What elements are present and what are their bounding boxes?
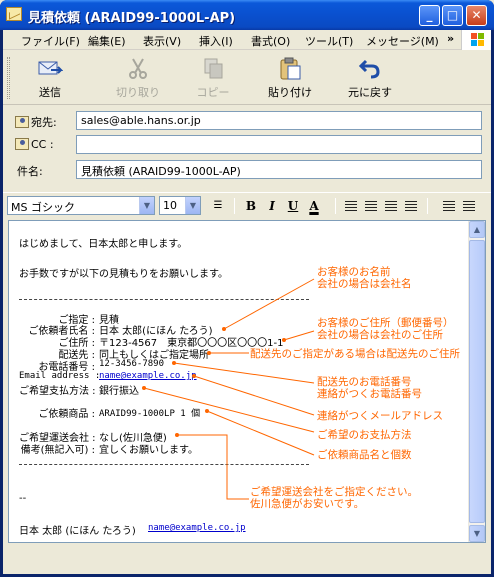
title-bar[interactable]: 見積依頼 (ARAID99-1000L-AP) _ □ ✕ [0, 0, 494, 30]
numbered-list-icon[interactable] [345, 201, 357, 211]
vertical-scrollbar[interactable]: ▲ ▼ [468, 221, 485, 542]
menu-view[interactable]: 表示(V) [143, 33, 181, 49]
annotation-product: ご依頼商品名と個数 [317, 449, 412, 461]
align-center-icon[interactable] [463, 201, 475, 211]
toolbar: 送信 切り取り コピー 貼り付け 元に戻す [3, 51, 491, 105]
font-color-icon[interactable]: A [304, 197, 324, 215]
copy-icon [200, 56, 226, 80]
minimize-button[interactable]: _ [419, 5, 440, 26]
formatting-toolbar: MS ゴシック ▼ 10 ▼ ☰ B I U A [3, 192, 491, 218]
subject-row: 件名: 見積依頼 (ARAID99-1000L-AP) [3, 158, 491, 181]
leader-phone [173, 362, 315, 384]
bold-icon[interactable]: B [241, 197, 261, 215]
font-size-select[interactable]: 10 ▼ [159, 196, 201, 215]
underline-icon[interactable]: U [283, 197, 303, 215]
annotation-address-company: 会社の場合は会社のご住所 [317, 329, 443, 341]
send-label: 送信 [39, 86, 61, 99]
separator [335, 198, 336, 214]
send-button[interactable]: 送信 [23, 54, 77, 102]
align-left-icon[interactable] [443, 201, 455, 211]
subject-label: 件名: [17, 165, 43, 178]
scroll-up-icon[interactable]: ▲ [469, 221, 485, 238]
copy-label: コピー [196, 86, 230, 99]
annotation-payment: ご希望のお支払方法 [317, 429, 412, 441]
cc-field[interactable] [76, 135, 482, 154]
window-title: 見積依頼 (ARAID99-1000L-AP) [28, 11, 236, 26]
paste-button[interactable]: 貼り付け [261, 54, 319, 102]
to-field[interactable]: sales@able.hans.or.jp [76, 111, 482, 130]
cut-button[interactable]: 切り取り [111, 54, 165, 102]
leader-product [206, 410, 315, 456]
menu-tools[interactable]: ツール(T) [305, 33, 353, 49]
anchor-dot-product [205, 409, 209, 413]
anchor-dot-shipping [207, 351, 211, 355]
scroll-thumb[interactable] [469, 240, 485, 523]
maximize-button[interactable]: □ [442, 5, 463, 26]
cut-label: 切り取り [116, 86, 160, 99]
subject-field[interactable]: 見積依頼 (ARAID99-1000L-AP) [76, 160, 482, 179]
annotation-email: 連絡がつくメールアドレス [317, 410, 443, 422]
message-icon [6, 7, 22, 21]
leader-carrier [177, 434, 249, 500]
address-book-icon [15, 116, 29, 128]
status-bar [3, 548, 491, 574]
chevron-down-icon: ▼ [139, 197, 154, 214]
undo-label: 元に戻す [348, 86, 392, 99]
message-body[interactable]: はじめまして、日本太郎と申します。 お手数ですが以下の見積もりをお願いします。 … [8, 220, 486, 543]
to-row: 宛先: sales@able.hans.or.jp [3, 109, 491, 132]
leader-address [283, 330, 315, 341]
paragraph-style-icon[interactable]: ☰ [208, 197, 228, 215]
annotation-carrier-tip: 佐川急便がお安いです。 [250, 498, 365, 510]
separator [234, 198, 235, 214]
annotation-shipping: 配送先のご指定がある場合は配送先のご住所 [250, 348, 460, 360]
italic-icon[interactable]: I [262, 197, 282, 215]
anchor-dot-payment [142, 386, 146, 390]
annotation-contact-phone: 連絡がつくお電話番号 [317, 388, 422, 400]
window-frame: ファイル(F) 編集(E) 表示(V) 挿入(I) 書式(O) ツール(T) メ… [3, 30, 491, 574]
font-select[interactable]: MS ゴシック ▼ [7, 196, 155, 215]
menu-format[interactable]: 書式(O) [251, 33, 290, 49]
leader-name [223, 278, 315, 330]
anchor-dot-name [222, 327, 226, 331]
address-book-icon [15, 138, 29, 150]
window: 見積依頼 (ARAID99-1000L-AP) _ □ ✕ ファイル(F) 編集… [0, 0, 494, 577]
paste-label: 貼り付け [268, 86, 312, 99]
annotation-name-company: 会社の場合は会社名 [317, 278, 412, 290]
leader-email [193, 375, 315, 416]
send-icon [37, 56, 64, 80]
to-label[interactable]: 宛先: [15, 114, 57, 130]
decrease-indent-icon[interactable] [385, 201, 397, 211]
menu-file[interactable]: ファイル(F) [21, 33, 80, 49]
menu-bar: ファイル(F) 編集(E) 表示(V) 挿入(I) 書式(O) ツール(T) メ… [3, 30, 491, 50]
windows-logo-icon [461, 30, 491, 50]
menu-overflow-icon[interactable]: » [447, 32, 454, 45]
cc-row: CC : [3, 133, 491, 156]
menu-message[interactable]: メッセージ(M) [366, 33, 439, 49]
menu-insert[interactable]: 挿入(I) [199, 33, 233, 49]
scroll-down-icon[interactable]: ▼ [469, 525, 485, 542]
separator [427, 198, 428, 214]
toolbar-grip[interactable] [7, 57, 10, 99]
undo-button[interactable]: 元に戻す [340, 54, 400, 102]
copy-button[interactable]: コピー [186, 54, 240, 102]
anchor-dot-phone [172, 361, 176, 365]
close-button[interactable]: ✕ [466, 5, 487, 26]
anchor-dot-carrier [175, 433, 179, 437]
increase-indent-icon[interactable] [405, 201, 417, 211]
cc-label[interactable]: CC : [15, 138, 54, 151]
paste-icon [277, 56, 303, 80]
menu-edit[interactable]: 編集(E) [88, 33, 126, 49]
bullet-list-icon[interactable] [365, 201, 377, 211]
anchor-dot-address [282, 338, 286, 342]
chevron-down-icon: ▼ [185, 197, 200, 214]
anchor-dot-email [192, 374, 196, 378]
leader-payment [143, 387, 315, 433]
undo-icon [357, 56, 383, 80]
scissors-icon [125, 56, 151, 80]
